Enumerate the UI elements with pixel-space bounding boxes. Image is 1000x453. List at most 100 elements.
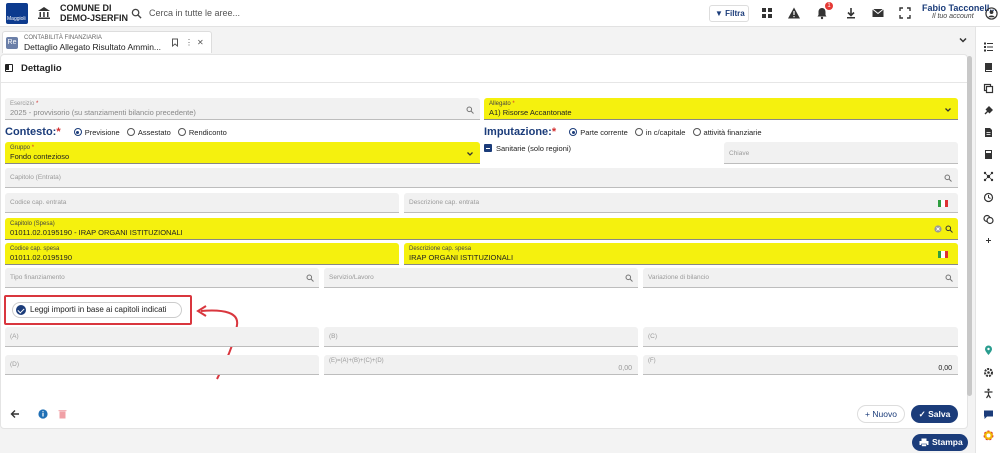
descrizione-cap-entrata-input[interactable]: Descrizione cap. entrata	[404, 193, 958, 213]
fullscreen-icon[interactable]	[898, 6, 912, 20]
coins-icon[interactable]	[983, 214, 994, 225]
warning-icon[interactable]	[787, 6, 801, 20]
user-account-link[interactable]: Il tuo account	[932, 13, 974, 20]
tab-module-badge: Re	[6, 37, 18, 49]
radio-c-capitale[interactable]	[634, 128, 643, 136]
printer-icon	[919, 438, 929, 447]
comune-line1: COMUNE DI	[60, 3, 112, 13]
plus-icon[interactable]	[983, 235, 994, 246]
calculator-icon[interactable]	[983, 149, 994, 160]
sidebar-toggle-icon[interactable]	[5, 64, 13, 72]
accessibility-icon[interactable]	[983, 388, 994, 399]
esercizio-field[interactable]: Esercizio * 2025 - provvisorio (su stanz…	[5, 98, 480, 120]
sanitarie-checkbox-box[interactable]	[484, 144, 492, 152]
plug-icon[interactable]	[983, 105, 994, 116]
radio-rendiconto-label: Rendiconto	[188, 128, 227, 137]
right-sidebar	[975, 27, 1000, 453]
servizio-lavoro-input[interactable]: Servizio/Lavoro	[324, 268, 638, 288]
tab-close-icon[interactable]: ✕	[197, 38, 204, 47]
search-icon[interactable]	[306, 274, 314, 282]
copy-icon[interactable]	[983, 83, 994, 94]
amount-a-field[interactable]: (A)	[5, 327, 319, 347]
search-icon[interactable]	[945, 225, 953, 233]
clear-icon[interactable]	[934, 225, 942, 233]
stampa-button[interactable]: Stampa	[912, 434, 968, 451]
tab-menu-icon[interactable]: ⋮	[185, 38, 193, 47]
chiave-input[interactable]: Chiave	[724, 142, 958, 164]
amount-c-field[interactable]: (C)	[643, 327, 958, 347]
italian-flag-icon[interactable]	[938, 251, 948, 258]
allegato-select[interactable]: Allegato * A1) Risorse Accantonate	[484, 98, 958, 120]
tipo-finanziamento-input[interactable]: Tipo finanziamento	[5, 268, 319, 288]
italian-flag-icon[interactable]	[938, 200, 948, 207]
variazione-bilancio-input[interactable]: Variazione di bilancio	[643, 268, 958, 288]
annotation-highlight-box: Leggi importi in base ai capitoli indica…	[4, 295, 192, 325]
user-icon[interactable]	[985, 7, 998, 20]
global-search-input[interactable]: Cerca in tutte le aree...	[149, 8, 240, 18]
notification-badge: 1	[825, 2, 833, 10]
comune-name[interactable]: COMUNE DI DEMO-JSERFIN	[60, 3, 128, 23]
back-arrow-icon[interactable]	[10, 409, 20, 419]
search-icon[interactable]	[945, 274, 953, 282]
amount-d-label: (D)	[10, 361, 20, 368]
gruppo-select[interactable]: Gruppo * Fondo contezioso	[5, 142, 480, 164]
capitolo-spesa-label: Capitolo (Spesa)	[10, 221, 55, 227]
radio-previsione[interactable]	[73, 128, 82, 136]
amount-f-field[interactable]: (F) 0,00	[643, 355, 958, 375]
search-icon[interactable]	[944, 174, 952, 182]
bank-icon	[38, 7, 50, 19]
radio-assestato[interactable]	[126, 128, 135, 136]
capitolo-entrata-input[interactable]: Capitolo (Entrata)	[5, 168, 958, 188]
tab-module-name: CONTABILITÀ FINANZIARIA	[24, 35, 102, 41]
grid-icon[interactable]	[760, 6, 774, 20]
trash-icon[interactable]	[58, 409, 67, 419]
leggi-importi-button[interactable]: Leggi importi in base ai capitoli indica…	[12, 302, 182, 318]
download-icon[interactable]	[844, 6, 858, 20]
search-icon[interactable]	[625, 274, 633, 282]
amount-d-field[interactable]: (D)	[5, 355, 319, 375]
codice-cap-entrata-input[interactable]: Codice cap. entrata	[5, 193, 399, 213]
bookmark-icon[interactable]	[171, 38, 179, 47]
maggioli-logo[interactable]: Maggioli	[6, 3, 28, 24]
search-icon[interactable]	[466, 106, 474, 114]
salva-button[interactable]: ✓ Salva	[911, 405, 958, 423]
amount-b-label: (B)	[329, 333, 338, 340]
location-icon[interactable]	[983, 345, 994, 356]
tab-dettaglio-allegato[interactable]: Re CONTABILITÀ FINANZIARIA Dettaglio All…	[2, 31, 212, 53]
radio-attivita-finanziarie[interactable]	[692, 128, 701, 136]
radio-previsione-label: Previsione	[84, 128, 120, 137]
codice-cap-spesa-label: Codice cap. spesa	[10, 246, 60, 252]
radio-attivita-finanziarie-label: attività finanziarie	[703, 128, 762, 137]
capitolo-spesa-input[interactable]: Capitolo (Spesa) 01011.02.0195190 - IRAP…	[5, 218, 958, 240]
stampa-label: Stampa	[932, 437, 963, 447]
filter-label: Filtra	[725, 9, 745, 18]
descrizione-cap-spesa-input[interactable]: Descrizione cap. spesa IRAP ORGANI ISTIT…	[404, 243, 958, 265]
sanitarie-checkbox[interactable]: Sanitarie (solo regioni)	[484, 144, 571, 153]
list-icon[interactable]	[983, 41, 994, 52]
gruppo-value: Fondo contezioso	[10, 152, 70, 161]
scrollbar[interactable]	[967, 56, 972, 396]
codice-cap-spesa-input[interactable]: Codice cap. spesa 01011.02.0195190	[5, 243, 399, 265]
amount-b-field[interactable]: (B)	[324, 327, 638, 347]
book-icon[interactable]	[983, 62, 994, 73]
allegato-label: Allegato *	[489, 101, 515, 107]
descrizione-cap-spesa-value: IRAP ORGANI ISTITUZIONALI	[409, 253, 514, 262]
chevron-down-icon	[945, 108, 951, 112]
radio-parte-corrente[interactable]	[569, 128, 578, 136]
history-icon[interactable]	[983, 192, 994, 203]
variazione-placeholder: Variazione di bilancio	[648, 274, 709, 281]
chevron-down-icon[interactable]	[958, 35, 968, 45]
network-icon[interactable]	[983, 171, 994, 182]
document-icon[interactable]	[983, 127, 994, 138]
nuovo-label: Nuovo	[872, 409, 897, 419]
capitolo-spesa-value: 01011.02.0195190 - IRAP ORGANI ISTITUZIO…	[10, 228, 183, 237]
info-icon[interactable]	[38, 409, 48, 419]
radio-rendiconto[interactable]	[177, 128, 186, 136]
filter-button[interactable]: ▼ Filtra	[709, 5, 749, 22]
comune-line2: DEMO-JSERFIN	[60, 13, 129, 23]
gear-icon[interactable]	[983, 367, 994, 378]
chat-icon[interactable]	[983, 409, 994, 420]
mail-icon[interactable]	[871, 6, 885, 20]
support-icon[interactable]	[983, 430, 994, 441]
nuovo-button[interactable]: + Nuovo	[857, 405, 905, 423]
